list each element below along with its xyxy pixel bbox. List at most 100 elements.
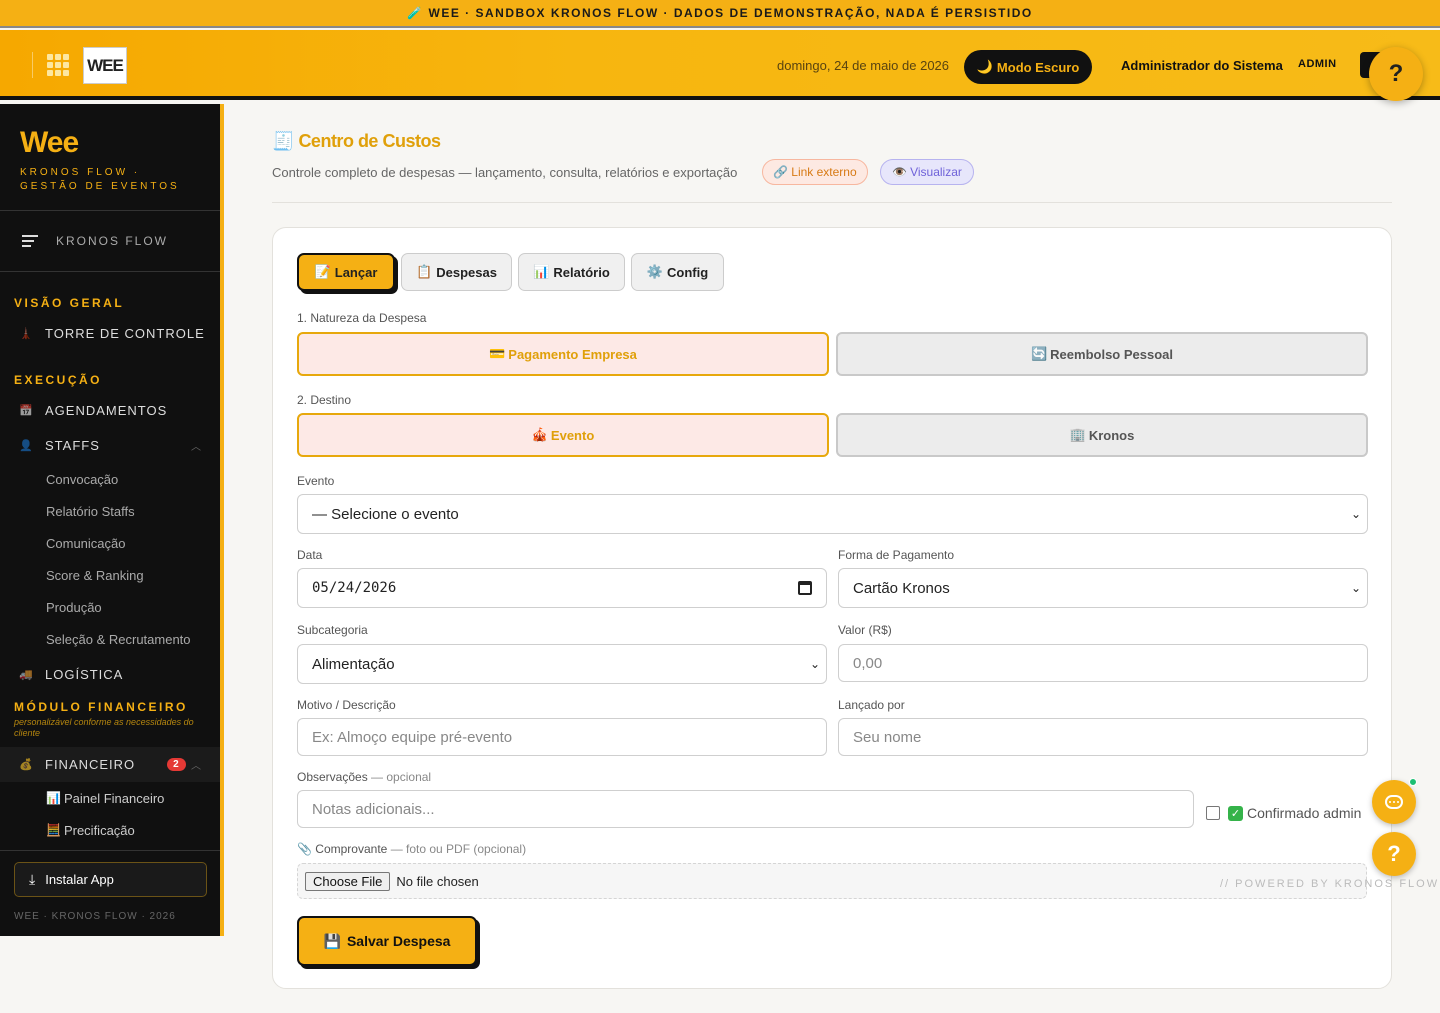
apps-grid-icon[interactable]: [47, 54, 69, 76]
confirmed-admin-checkbox[interactable]: [1206, 806, 1220, 820]
sidebar-subitem-comunicacao[interactable]: Comunicação: [0, 527, 220, 559]
reason-input[interactable]: Ex: Almoço equipe pré-evento: [297, 718, 827, 756]
payment-select-value: Cartão Kronos: [853, 579, 950, 597]
payment-label: Forma de Pagamento: [838, 548, 955, 562]
save-expense-button[interactable]: 💾 Salvar Despesa: [297, 916, 477, 966]
subcategory-select[interactable]: Alimentação ⌄: [297, 644, 827, 684]
nature-label: 1. Natureza da Despesa: [297, 311, 427, 325]
sidebar-item-label: FINANCEIRO: [45, 757, 136, 772]
menu-toggle[interactable]: KRONOS FLOW: [0, 211, 220, 272]
notes-label-text: Observações: [297, 770, 368, 784]
receipt-label-text: Comprovante: [315, 842, 388, 856]
brand-title: Wee: [20, 126, 79, 159]
sidebar-item-label: AGENDAMENTOS: [45, 403, 168, 418]
refresh-icon: 🔄: [1030, 346, 1048, 361]
expense-form-card: 📝 Lançar 📋 Despesas 📊 Relatório ⚙️ Config 1.…: [272, 227, 1392, 989]
help-button-top[interactable]: ?: [1369, 47, 1423, 101]
sandbox-banner: 🧪 WEE · SANDBOX KRONOS FLOW · DADOS DE D…: [0, 0, 1440, 28]
sidebar-subitem-relatorio-staffs[interactable]: Relatório Staffs: [0, 495, 220, 527]
file-status: No file chosen: [396, 873, 479, 889]
sidebar-item-schedules[interactable]: 📅 AGENDAMENTOS: [0, 393, 220, 428]
tab-label: Config: [667, 264, 709, 280]
event-select[interactable]: — Selecione o evento ⌄: [297, 494, 1368, 534]
check-mark-icon: ✓: [1228, 805, 1243, 821]
section-finance-note: personalizável conforme as necessidades …: [14, 717, 194, 738]
truck-icon: 🚚: [19, 669, 34, 681]
paperclip-icon: 📎: [297, 842, 312, 856]
view-button[interactable]: 👁️ Visualizar: [880, 159, 974, 185]
notes-input[interactable]: Notas adicionais...: [297, 790, 1194, 828]
chart-icon: 📊: [46, 791, 61, 805]
tab-lancar[interactable]: 📝 Lançar: [297, 253, 395, 291]
dark-mode-button[interactable]: 🌙 Modo Escuro: [964, 50, 1092, 84]
choice-label: Kronos: [1088, 427, 1135, 443]
install-app-button[interactable]: ⤓ Instalar App: [14, 862, 207, 897]
section-execution: EXECUÇÃO: [14, 373, 103, 387]
subcategory-select-value: Alimentação: [312, 655, 395, 673]
sidebar-item-label: TORRE DE CONTROLE: [45, 326, 205, 341]
receipt-label: 📎 Comprovante — foto ou PDF (opcional): [297, 842, 526, 856]
dest-option-kronos[interactable]: 🏢 Kronos: [836, 413, 1368, 457]
sidebar-item-logistics[interactable]: 🚚 LOGÍSTICA: [0, 657, 220, 692]
header-logo: WEE: [83, 47, 127, 84]
sidebar-brand: Wee KRONOS FLOW · GESTÃO DE EVENTOS: [0, 104, 220, 211]
sidebar-item-control-tower[interactable]: 🗼 TORRE DE CONTROLE: [0, 316, 220, 351]
chevron-down-icon: ⌄: [809, 657, 820, 671]
card-icon: 💳: [489, 346, 506, 361]
link-icon: 🔗: [773, 165, 789, 179]
chat-button[interactable]: [1372, 778, 1417, 824]
value-input[interactable]: 0,00: [838, 644, 1368, 682]
help-button[interactable]: ?: [1372, 832, 1416, 876]
chat-bubble-icon: [1385, 795, 1403, 809]
online-indicator: [1409, 778, 1417, 786]
date-input-value: 05/24/2026: [312, 580, 397, 596]
header-divider: [272, 202, 1392, 203]
sidebar-subitem-painel-financeiro[interactable]: 📊 Painel Financeiro: [0, 782, 220, 814]
person-icon: 👤: [19, 440, 34, 452]
tab-label: Lançar: [334, 264, 378, 280]
chevron-down-icon: ⌄: [1350, 581, 1361, 595]
sidebar-subitem-selecao[interactable]: Seleção & Recrutamento: [0, 623, 220, 655]
calendar-icon[interactable]: [798, 581, 812, 595]
date-label: Data: [297, 548, 323, 562]
sidebar-item-staffs[interactable]: 👤 STAFFS ︿: [0, 428, 220, 463]
calendar-icon: 📅: [19, 405, 34, 417]
sidebar-footer: WEE · KRONOS FLOW · 2026: [14, 911, 176, 922]
tab-relatorio[interactable]: 📊 Relatório: [518, 253, 625, 291]
payment-select[interactable]: Cartão Kronos ⌄: [838, 568, 1368, 608]
receipt-file-input[interactable]: Choose File No file chosen: [297, 863, 1367, 899]
by-label: Lançado por: [838, 698, 905, 712]
external-link-button[interactable]: 🔗 Link externo: [762, 159, 868, 185]
install-label: Instalar App: [45, 872, 114, 887]
page-subtitle: Controle completo de despesas — lançamen…: [272, 165, 738, 180]
receipt-optional: — foto ou PDF (opcional): [390, 842, 527, 856]
nature-option-company[interactable]: 💳 Pagamento Empresa: [297, 332, 829, 376]
view-label: Visualizar: [910, 165, 962, 179]
tab-despesas[interactable]: 📋 Despesas: [401, 253, 512, 291]
sidebar-item-label: Painel Financeiro: [63, 790, 165, 806]
bar-chart-icon: 📊: [533, 264, 550, 279]
header-date: domingo, 24 de maio de 2026: [777, 58, 950, 73]
sidebar-subitem-convocacao[interactable]: Convocação: [0, 463, 220, 495]
choice-label: Reembolso Pessoal: [1050, 346, 1173, 362]
sidebar-subitem-precificacao[interactable]: 🧮 Precificação: [0, 814, 220, 846]
chevron-up-icon: ︿: [191, 761, 202, 772]
tab-config[interactable]: ⚙️ Config: [631, 253, 724, 291]
sidebar-subitem-score-ranking[interactable]: Score & Ranking: [0, 559, 220, 591]
dest-option-event[interactable]: 🎪 Evento: [297, 413, 829, 457]
nature-option-reimburse[interactable]: 🔄 Reembolso Pessoal: [836, 332, 1368, 376]
sidebar-item-financial[interactable]: 💰 FINANCEIRO 2 ︿: [0, 747, 220, 782]
sidebar-subitem-producao[interactable]: Produção: [0, 591, 220, 623]
launched-by-input[interactable]: Seu nome: [838, 718, 1368, 756]
floppy-disk-icon: 💾: [323, 932, 341, 949]
confirmed-admin-label[interactable]: ✓ Confirmado admin: [1228, 805, 1361, 821]
date-input[interactable]: 05/24/2026: [297, 568, 827, 608]
notes-label: Observações — opcional: [297, 770, 431, 784]
top-header: WEE domingo, 24 de maio de 2026 🌙 Modo E…: [0, 30, 1440, 101]
user-name[interactable]: Administrador do Sistema: [1121, 58, 1283, 73]
choose-file-button[interactable]: Choose File: [305, 871, 391, 891]
user-role: ADMIN: [1298, 58, 1337, 70]
external-link-label: Link externo: [791, 165, 857, 179]
choice-label: Pagamento Empresa: [508, 346, 637, 362]
circus-tent-icon: 🎪: [531, 427, 548, 442]
